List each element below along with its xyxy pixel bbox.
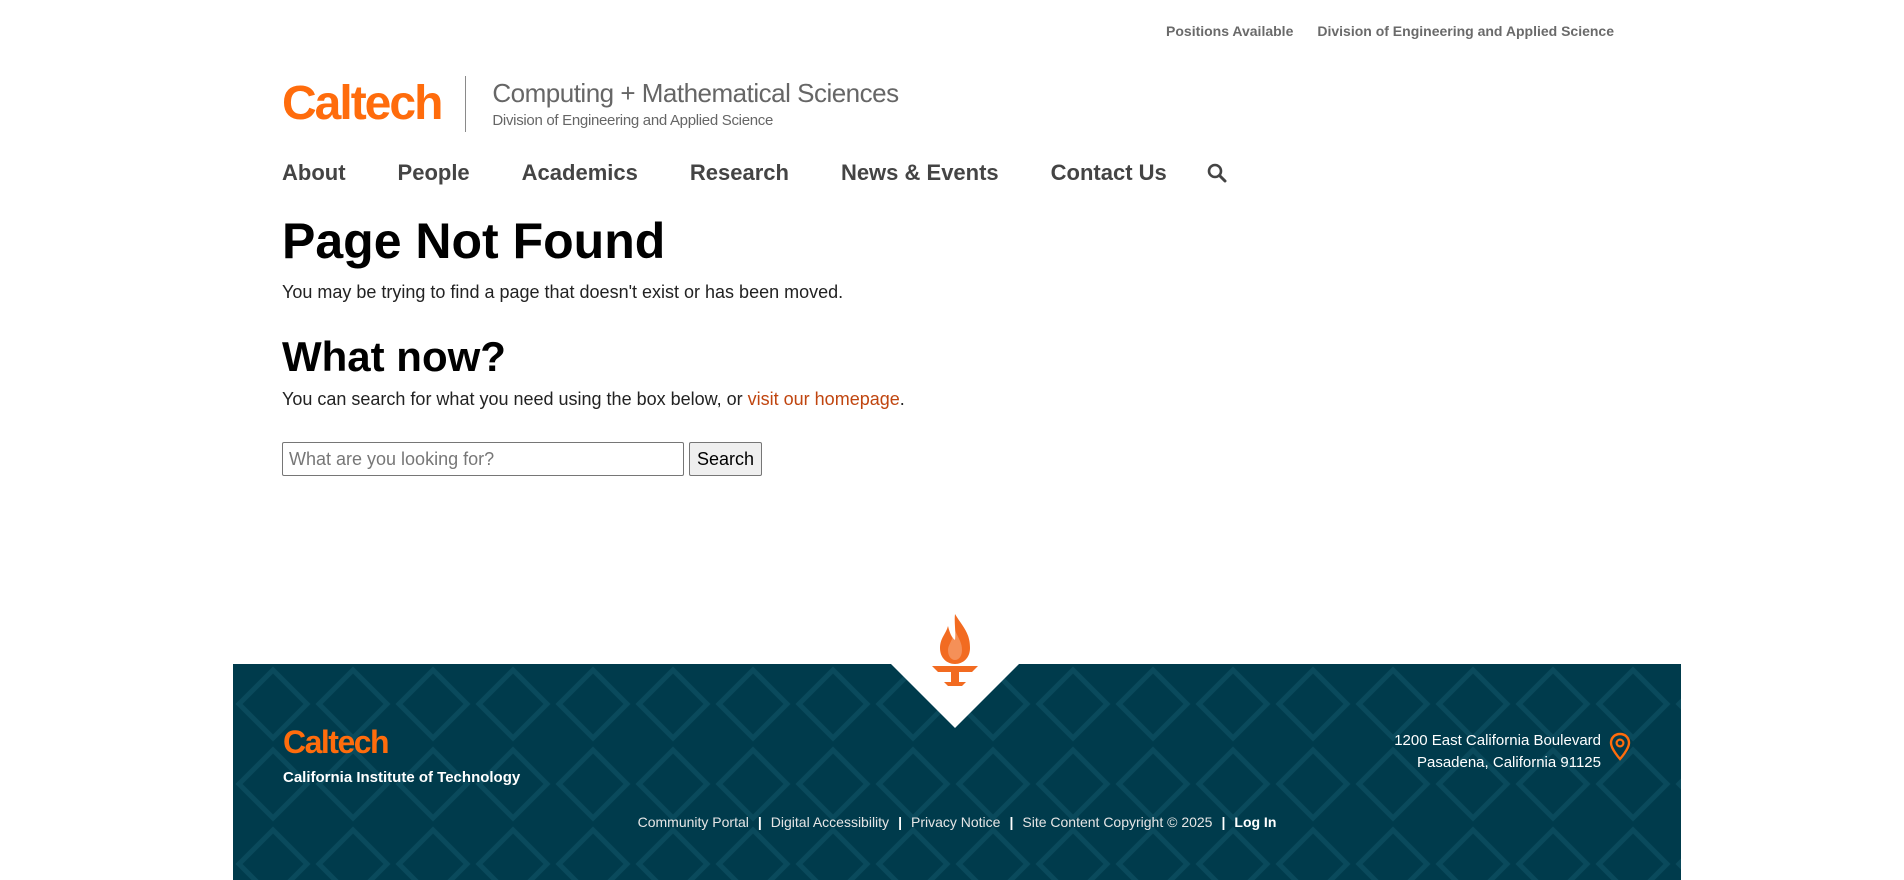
copyright-link[interactable]: Site Content Copyright © 2025 <box>1022 814 1212 830</box>
privacy-notice-link[interactable]: Privacy Notice <box>911 814 1000 830</box>
site-title: Computing + Mathematical Sciences <box>492 77 899 108</box>
separator: | <box>1009 814 1014 830</box>
search-input[interactable] <box>282 442 684 476</box>
what-now-heading: What now? <box>282 333 506 380</box>
location-pin-icon[interactable] <box>1609 732 1631 767</box>
nav-people[interactable]: People <box>398 160 470 186</box>
positions-available-link[interactable]: Positions Available <box>1166 23 1293 39</box>
search-icon[interactable] <box>1207 163 1227 183</box>
footer-links: Community Portal | Digital Accessibility… <box>233 814 1681 830</box>
instructions-period: . <box>899 389 905 409</box>
footer-tagline: California Institute of Technology <box>283 769 521 786</box>
separator: | <box>757 814 762 830</box>
nav-academics[interactable]: Academics <box>522 160 638 186</box>
nav-news-events[interactable]: News & Events <box>841 160 999 186</box>
site-footer: Caltech California Institute of Technolo… <box>233 664 1681 880</box>
division-link[interactable]: Division of Engineering and Applied Scie… <box>1317 23 1614 39</box>
footer-address[interactable]: 1200 East California Boulevard Pasadena,… <box>1394 730 1601 774</box>
site-name-block[interactable]: Computing + Mathematical Sciences Divisi… <box>492 77 899 129</box>
community-portal-link[interactable]: Community Portal <box>638 814 749 830</box>
nav-contact-us[interactable]: Contact Us <box>1051 160 1167 186</box>
nav-research[interactable]: Research <box>690 160 789 186</box>
digital-accessibility-link[interactable]: Digital Accessibility <box>771 814 889 830</box>
address-line-2: Pasadena, California 91125 <box>1416 754 1601 771</box>
footer-caltech-logo[interactable]: Caltech <box>283 726 390 758</box>
page-title: Page Not Found <box>282 213 666 269</box>
brand-divider <box>465 76 467 132</box>
caltech-logo[interactable]: Caltech <box>282 80 443 128</box>
search-instructions: You can search for what you need using t… <box>282 389 1282 410</box>
search-button[interactable]: Search <box>689 442 763 476</box>
search-form: Search <box>282 442 1282 476</box>
site-branding: Caltech Computing + Mathematical Science… <box>282 76 899 132</box>
utility-nav: Positions Available Division of Engineer… <box>1166 23 1614 39</box>
homepage-link[interactable]: visit our homepage <box>748 389 900 409</box>
separator: | <box>898 814 902 830</box>
flame-icon <box>926 612 984 693</box>
nav-about[interactable]: About <box>282 160 346 186</box>
not-found-message: You may be trying to find a page that do… <box>282 282 844 302</box>
address-line-1: 1200 East California Boulevard <box>1394 732 1601 749</box>
separator: | <box>1221 814 1226 830</box>
site-subtitle: Division of Engineering and Applied Scie… <box>492 111 774 129</box>
instructions-text: You can search for what you need using t… <box>282 389 748 409</box>
main-content: Page Not Found You may be trying to find… <box>282 212 1282 476</box>
main-nav: About People Academics Research News & E… <box>282 160 1227 186</box>
log-in-link[interactable]: Log In <box>1234 814 1276 830</box>
